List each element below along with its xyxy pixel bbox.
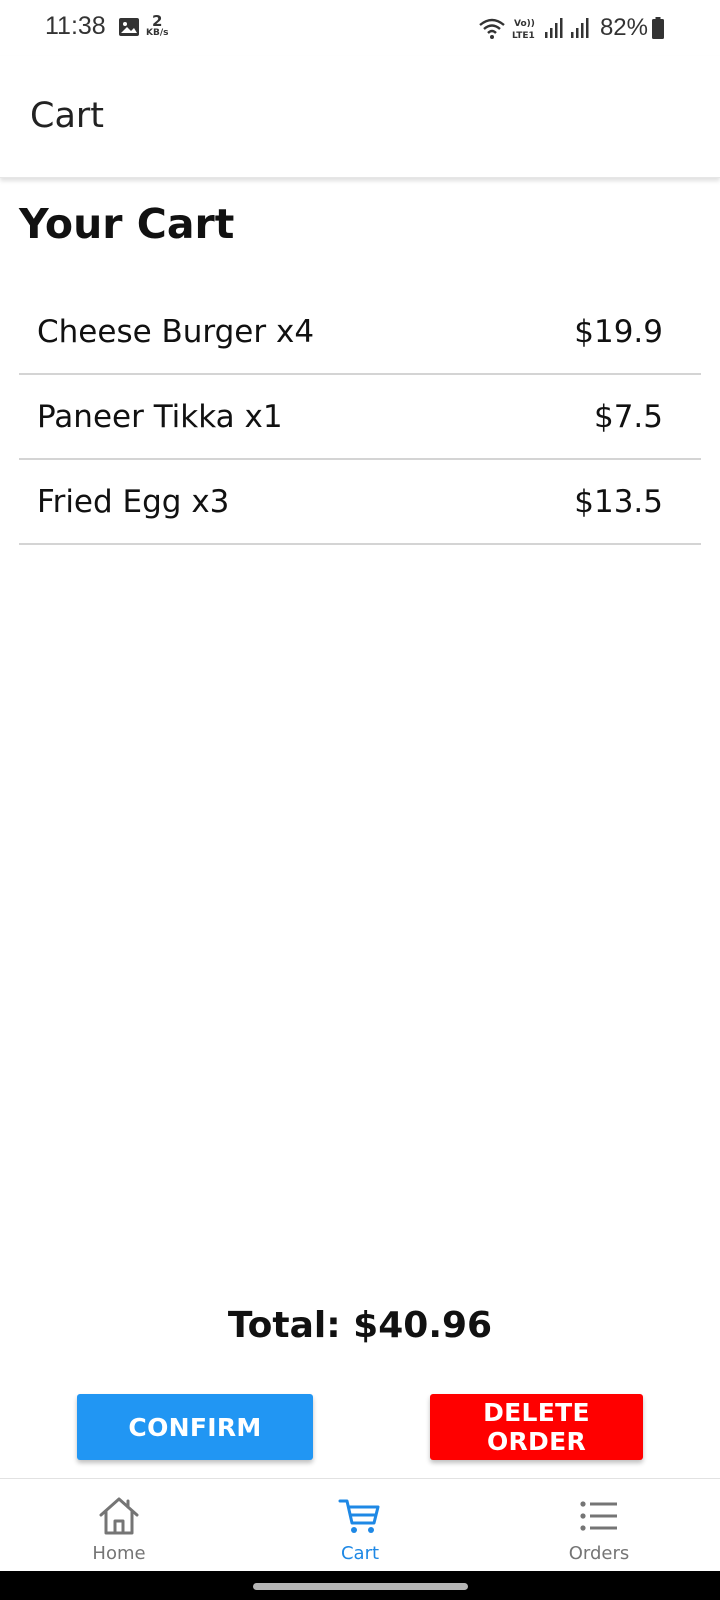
battery-percent: 82% <box>599 14 648 41</box>
nav-label-orders: Orders <box>568 1543 630 1564</box>
cart-item-price: $7.5 <box>593 398 663 435</box>
signal-sim2-icon <box>570 18 589 38</box>
status-time: 11:38 <box>45 12 106 40</box>
home-icon <box>99 1497 139 1535</box>
bottom-nav: Home Cart Orders <box>0 1478 720 1571</box>
app-bar: Cart <box>0 56 720 178</box>
app-bar-title: Cart <box>30 96 104 136</box>
cart-total: Total: $40.96 <box>227 1305 493 1346</box>
nav-item-cart[interactable]: Cart <box>285 1479 435 1572</box>
system-gesture-bar <box>0 1571 720 1600</box>
cart-item-name: Paneer Tikka x1 <box>37 398 283 435</box>
cart-item[interactable]: Fried Egg x3 $13.5 <box>19 460 701 545</box>
confirm-button[interactable]: CONFIRM <box>77 1394 313 1460</box>
status-bar: 11:38 2 KB/s Vo)) LTE1 82% <box>0 0 720 56</box>
nav-label-home: Home <box>92 1543 146 1564</box>
svg-text:Vo)): Vo)) <box>514 19 535 29</box>
svg-text:LTE1: LTE1 <box>512 31 535 40</box>
cart-item-price: $13.5 <box>574 483 663 520</box>
network-speed: 2 KB/s <box>146 12 169 39</box>
volte-icon: Vo)) LTE1 <box>512 19 535 40</box>
nav-item-home[interactable]: Home <box>44 1479 194 1572</box>
cart-icon <box>338 1499 380 1533</box>
battery-icon <box>652 17 664 39</box>
status-indicators: Vo)) LTE1 82% <box>478 14 648 42</box>
cart-item[interactable]: Paneer Tikka x1 $7.5 <box>19 375 701 460</box>
network-speed-value: 2 <box>152 12 163 30</box>
nav-item-orders[interactable]: Orders <box>524 1479 674 1572</box>
cart-item-price: $19.9 <box>574 313 663 350</box>
home-gesture-handle[interactable] <box>253 1583 468 1590</box>
gallery-notification-icon <box>119 18 139 36</box>
cart-item-name: Cheese Burger x4 <box>37 313 315 350</box>
page-title: Your Cart <box>19 200 235 248</box>
network-speed-unit: KB/s <box>146 28 169 38</box>
cart-list: Cheese Burger x4 $19.9 Paneer Tikka x1 $… <box>19 290 701 545</box>
delete-order-button[interactable]: DELETE ORDER <box>430 1394 643 1460</box>
cart-item-name: Fried Egg x3 <box>37 483 230 520</box>
nav-label-cart: Cart <box>340 1543 380 1564</box>
list-icon <box>580 1501 617 1531</box>
cart-item[interactable]: Cheese Burger x4 $19.9 <box>19 290 701 375</box>
wifi-icon <box>479 18 505 39</box>
signal-sim1-icon <box>544 18 563 38</box>
